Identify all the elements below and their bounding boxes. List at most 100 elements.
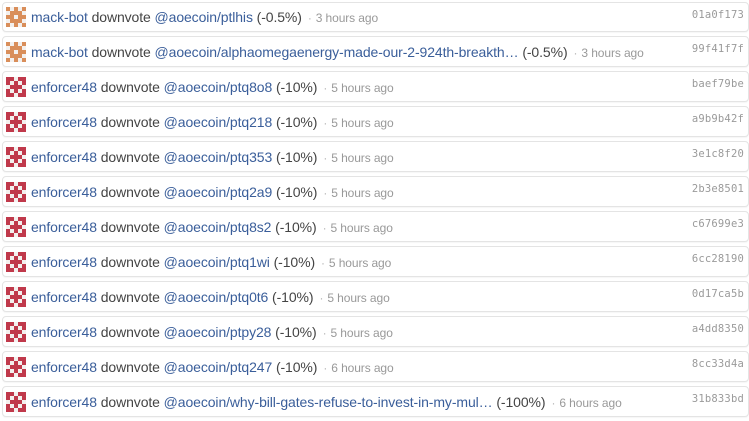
transaction-hash-link[interactable]: a9b9b42f — [692, 113, 744, 125]
timestamp: 5 hours ago — [331, 115, 394, 130]
enforcer48-identicon-icon[interactable] — [6, 391, 26, 412]
activity-text: enforcer48 downvote @aoecoin/ptq0t6 (-10… — [31, 289, 390, 305]
activity-text: enforcer48 downvote @aoecoin/ptq8o8 (-10… — [31, 79, 394, 95]
enforcer48-identicon-icon[interactable] — [6, 181, 26, 202]
user-link[interactable]: enforcer48 — [31, 114, 97, 130]
user-link[interactable]: enforcer48 — [31, 254, 97, 270]
user-link[interactable]: enforcer48 — [31, 289, 97, 305]
post-link[interactable]: @aoecoin/ptlhis — [155, 9, 253, 25]
user-link[interactable]: enforcer48 — [31, 324, 97, 340]
user-link[interactable]: enforcer48 — [31, 394, 97, 410]
activity-text: enforcer48 downvote @aoecoin/ptq2a9 (-10… — [31, 184, 394, 200]
separator-dot: · — [551, 395, 556, 410]
activity-row: mack-bot downvote @aoecoin/alphaomegaene… — [2, 36, 749, 67]
activity-row: enforcer48 downvote @aoecoin/ptq247 (-10… — [2, 351, 749, 382]
activity-row: mack-bot downvote @aoecoin/ptlhis (-0.5%… — [2, 2, 749, 32]
transaction-hash-link[interactable]: 2b3e8501 — [692, 183, 744, 195]
user-link[interactable]: enforcer48 — [31, 359, 97, 375]
transaction-hash-link[interactable]: 6cc28190 — [692, 253, 744, 265]
enforcer48-identicon-icon[interactable] — [6, 76, 26, 97]
timestamp: 6 hours ago — [559, 395, 622, 410]
action-label: downvote — [100, 358, 160, 375]
action-label: downvote — [91, 9, 151, 25]
user-link[interactable]: mack-bot — [31, 9, 88, 25]
transaction-hash-link[interactable]: 99f41f7f — [692, 43, 744, 55]
activity-text: enforcer48 downvote @aoecoin/ptq218 (-10… — [31, 114, 394, 130]
activity-row: enforcer48 downvote @aoecoin/ptq0t6 (-10… — [2, 281, 749, 312]
activity-text: enforcer48 downvote @aoecoin/ptq8s2 (-10… — [31, 219, 393, 235]
enforcer48-identicon-icon[interactable] — [6, 216, 26, 237]
enforcer48-identicon-icon[interactable] — [6, 111, 26, 132]
vote-percent: (-10%) — [272, 288, 314, 305]
enforcer48-identicon-icon[interactable] — [6, 146, 26, 167]
action-label: downvote — [100, 218, 160, 235]
post-link[interactable]: @aoecoin/ptq2a9 — [164, 184, 273, 200]
transaction-hash-link[interactable]: 0d17ca5b — [692, 288, 744, 300]
timestamp: 6 hours ago — [331, 360, 394, 375]
post-link[interactable]: @aoecoin/ptq1wi — [164, 254, 270, 270]
post-link[interactable]: @aoecoin/ptpy28 — [164, 324, 272, 340]
action-label: downvote — [100, 253, 160, 270]
transaction-hash-link[interactable]: baef79be — [692, 78, 744, 90]
vote-percent: (-10%) — [275, 183, 318, 200]
separator-dot: · — [323, 185, 328, 200]
enforcer48-identicon-icon[interactable] — [6, 251, 26, 272]
vote-percent: (-100%) — [496, 393, 546, 410]
separator-dot: · — [322, 220, 327, 235]
enforcer48-identicon-icon[interactable] — [6, 286, 26, 307]
transaction-hash-link[interactable]: c67699e3 — [692, 218, 744, 230]
activity-row: enforcer48 downvote @aoecoin/ptq8o8 (-10… — [2, 71, 749, 102]
vote-percent: (-10%) — [275, 113, 318, 130]
separator-dot: · — [319, 290, 324, 305]
separator-dot: · — [323, 80, 328, 95]
user-link[interactable]: enforcer48 — [31, 79, 97, 95]
transaction-hash-link[interactable]: 31b833bd — [692, 393, 744, 405]
vote-percent: (-10%) — [275, 148, 318, 165]
vote-percent: (-10%) — [273, 253, 316, 270]
action-label: downvote — [100, 113, 160, 130]
post-link[interactable]: @aoecoin/alphaomegaenergy-made-our-2-924… — [155, 44, 519, 60]
transaction-hash-link[interactable]: 8cc33d4a — [692, 358, 744, 370]
transaction-hash-link[interactable]: 3e1c8f20 — [692, 148, 744, 160]
action-label: downvote — [100, 393, 160, 410]
separator-dot: · — [323, 115, 328, 130]
activity-list: mack-bot downvote @aoecoin/ptlhis (-0.5%… — [2, 0, 749, 421]
timestamp: 5 hours ago — [331, 80, 394, 95]
transaction-hash-link[interactable]: 01a0f173 — [692, 9, 744, 21]
activity-text: enforcer48 downvote @aoecoin/ptq1wi (-10… — [31, 254, 391, 270]
activity-text: enforcer48 downvote @aoecoin/ptq247 (-10… — [31, 359, 394, 375]
timestamp: 5 hours ago — [330, 220, 393, 235]
action-label: downvote — [100, 183, 160, 200]
post-link[interactable]: @aoecoin/ptq247 — [164, 359, 273, 375]
activity-text: mack-bot downvote @aoecoin/ptlhis (-0.5%… — [31, 9, 378, 25]
transaction-hash-link[interactable]: a4dd8350 — [692, 323, 744, 335]
post-link[interactable]: @aoecoin/ptq8s2 — [164, 219, 272, 235]
user-link[interactable]: enforcer48 — [31, 149, 97, 165]
separator-dot: · — [323, 150, 328, 165]
separator-dot: · — [322, 325, 327, 340]
enforcer48-identicon-icon[interactable] — [6, 356, 26, 377]
post-link[interactable]: @aoecoin/ptq8o8 — [164, 79, 273, 95]
post-link[interactable]: @aoecoin/ptq353 — [164, 149, 273, 165]
activity-text: enforcer48 downvote @aoecoin/why-bill-ga… — [31, 394, 622, 410]
separator-dot: · — [321, 255, 325, 270]
timestamp: 5 hours ago — [327, 290, 390, 305]
user-link[interactable]: enforcer48 — [31, 184, 97, 200]
activity-row: enforcer48 downvote @aoecoin/ptpy28 (-10… — [2, 316, 749, 347]
mack-bot-identicon-icon[interactable] — [6, 7, 26, 27]
timestamp: 3 hours ago — [581, 45, 644, 60]
user-link[interactable]: enforcer48 — [31, 219, 97, 235]
timestamp: 5 hours ago — [328, 255, 392, 270]
timestamp: 5 hours ago — [330, 325, 393, 340]
timestamp: 5 hours ago — [331, 185, 394, 200]
user-link[interactable]: mack-bot — [31, 44, 88, 60]
post-link[interactable]: @aoecoin/ptq218 — [164, 114, 273, 130]
vote-percent: (-10%) — [275, 323, 317, 340]
enforcer48-identicon-icon[interactable] — [6, 321, 26, 342]
activity-row: enforcer48 downvote @aoecoin/ptq8s2 (-10… — [2, 211, 749, 242]
post-link[interactable]: @aoecoin/why-bill-gates-refuse-to-invest… — [164, 394, 493, 410]
separator-dot: · — [323, 360, 328, 375]
post-link[interactable]: @aoecoin/ptq0t6 — [164, 289, 269, 305]
mack-bot-identicon-icon[interactable] — [6, 41, 26, 62]
activity-text: enforcer48 downvote @aoecoin/ptpy28 (-10… — [31, 324, 393, 340]
